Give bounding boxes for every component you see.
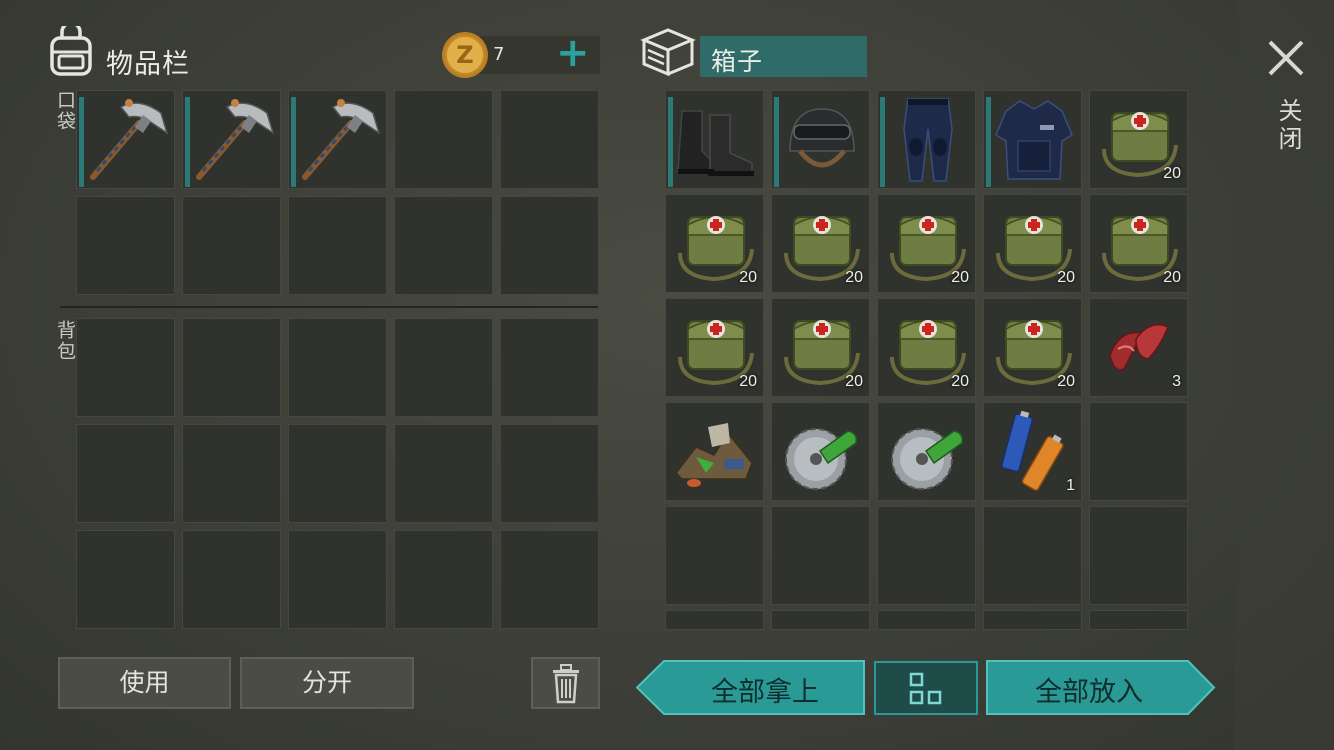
backpack-slot[interactable] bbox=[182, 530, 281, 629]
container-slot[interactable] bbox=[983, 90, 1082, 189]
trash-button[interactable] bbox=[531, 657, 600, 709]
pocket-slot[interactable] bbox=[500, 196, 599, 295]
backpack-slot[interactable] bbox=[500, 318, 599, 417]
sort-button[interactable] bbox=[874, 661, 978, 715]
take-all-label: 全部拿上 bbox=[711, 677, 819, 708]
coin-count: 7 bbox=[493, 44, 505, 65]
container-slot[interactable] bbox=[983, 506, 1082, 605]
container-slot[interactable] bbox=[771, 610, 870, 630]
container-slot[interactable] bbox=[665, 402, 764, 501]
item-count: 20 bbox=[845, 269, 863, 286]
container-title: 箱子 bbox=[711, 47, 764, 76]
durability-bar bbox=[668, 97, 673, 187]
backpack-slot[interactable] bbox=[394, 424, 493, 523]
item-count: 20 bbox=[1057, 269, 1075, 286]
container-slot[interactable] bbox=[1089, 506, 1188, 605]
backpack-slot[interactable] bbox=[76, 424, 175, 523]
coin-icon: Z bbox=[440, 30, 490, 84]
container-slot[interactable]: 20 bbox=[771, 298, 870, 397]
container-slot[interactable]: 1 bbox=[983, 402, 1082, 501]
backpack-slot[interactable] bbox=[394, 318, 493, 417]
item-count: 3 bbox=[1172, 373, 1181, 390]
backpack-slot[interactable] bbox=[76, 530, 175, 629]
backpack-slot[interactable] bbox=[182, 318, 281, 417]
pocket-slot[interactable] bbox=[76, 196, 175, 295]
backpack-icon bbox=[46, 21, 96, 82]
durability-bar bbox=[986, 97, 991, 187]
close-label[interactable]: 关闭 bbox=[1271, 98, 1306, 154]
container-slot[interactable] bbox=[877, 90, 976, 189]
backpack-label: 背包 bbox=[54, 320, 76, 362]
container-slot[interactable] bbox=[877, 402, 976, 501]
use-button[interactable]: 使用 bbox=[58, 657, 231, 709]
container-slot[interactable]: 20 bbox=[1089, 194, 1188, 293]
backpack-slot[interactable] bbox=[288, 530, 387, 629]
durability-bar bbox=[291, 97, 296, 187]
backpack-slot[interactable] bbox=[182, 424, 281, 523]
item-count: 1 bbox=[1066, 477, 1075, 494]
container-slot[interactable]: 3 bbox=[1089, 298, 1188, 397]
pocket-slot[interactable] bbox=[288, 90, 387, 189]
container-slot[interactable] bbox=[877, 506, 976, 605]
close-button[interactable] bbox=[1264, 36, 1308, 80]
backpack-slot[interactable] bbox=[288, 318, 387, 417]
backpack-slot[interactable] bbox=[500, 424, 599, 523]
backpack-slot[interactable] bbox=[394, 530, 493, 629]
item-count: 20 bbox=[845, 373, 863, 390]
container-slot[interactable]: 20 bbox=[877, 298, 976, 397]
put-all-button[interactable]: 全部放入 bbox=[986, 660, 1216, 715]
item-count: 20 bbox=[951, 269, 969, 286]
pocket-slot[interactable] bbox=[182, 90, 281, 189]
close-icon bbox=[1268, 40, 1304, 76]
item-count: 20 bbox=[951, 373, 969, 390]
item-count: 20 bbox=[1163, 165, 1181, 182]
container-slot[interactable]: 20 bbox=[1089, 90, 1188, 189]
durability-bar bbox=[774, 97, 779, 187]
container-slot[interactable] bbox=[1089, 402, 1188, 501]
item-count: 20 bbox=[739, 269, 757, 286]
item-count: 20 bbox=[1163, 269, 1181, 286]
pocket-slot[interactable] bbox=[394, 90, 493, 189]
container-slot[interactable] bbox=[771, 90, 870, 189]
put-all-label: 全部放入 bbox=[1035, 677, 1143, 708]
pocket-slot[interactable] bbox=[182, 196, 281, 295]
pocket-slot[interactable] bbox=[76, 90, 175, 189]
svg-text:Z: Z bbox=[456, 41, 473, 69]
container-slot[interactable] bbox=[1089, 610, 1188, 630]
add-coins-button[interactable]: + bbox=[556, 30, 590, 76]
container-slot[interactable]: 20 bbox=[877, 194, 976, 293]
inventory-title: 物品栏 bbox=[106, 49, 190, 80]
trash-icon bbox=[552, 664, 579, 704]
split-button[interactable]: 分开 bbox=[240, 657, 414, 709]
container-slot[interactable]: 20 bbox=[771, 194, 870, 293]
backpack-slot[interactable] bbox=[76, 318, 175, 417]
take-all-button[interactable]: 全部拿上 bbox=[636, 660, 866, 715]
backpack-slot[interactable] bbox=[500, 530, 599, 629]
container-slot[interactable] bbox=[665, 506, 764, 605]
pocket-label: 口袋 bbox=[54, 90, 76, 132]
item-count: 20 bbox=[1057, 373, 1075, 390]
container-slot[interactable] bbox=[983, 610, 1082, 630]
container-slot[interactable]: 20 bbox=[983, 194, 1082, 293]
container-slot[interactable] bbox=[665, 90, 764, 189]
durability-bar bbox=[185, 97, 190, 187]
container-slot[interactable] bbox=[877, 610, 976, 630]
container-slot[interactable]: 20 bbox=[983, 298, 1082, 397]
backpack-slot[interactable] bbox=[288, 424, 387, 523]
container-slot[interactable] bbox=[771, 402, 870, 501]
grid-sort-icon bbox=[909, 672, 942, 705]
durability-bar bbox=[79, 97, 84, 187]
pocket-divider bbox=[60, 306, 598, 308]
crate-icon bbox=[640, 26, 696, 82]
container-slot[interactable] bbox=[665, 610, 764, 630]
container-slot[interactable]: 20 bbox=[665, 298, 764, 397]
pocket-slot[interactable] bbox=[394, 196, 493, 295]
durability-bar bbox=[880, 97, 885, 187]
container-slot[interactable]: 20 bbox=[665, 194, 764, 293]
item-count: 20 bbox=[739, 373, 757, 390]
pocket-slot[interactable] bbox=[288, 196, 387, 295]
container-slot[interactable] bbox=[771, 506, 870, 605]
pocket-slot[interactable] bbox=[500, 90, 599, 189]
